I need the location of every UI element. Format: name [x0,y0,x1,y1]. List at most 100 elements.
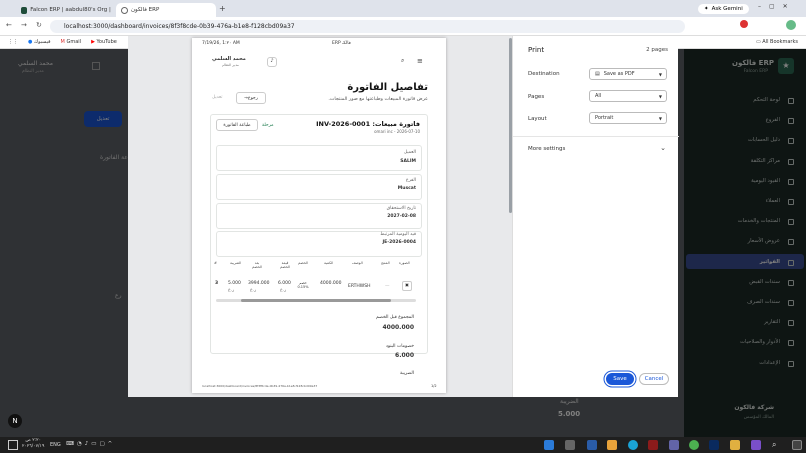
pv-bell-icon: ♪ [267,57,277,67]
outlook-icon[interactable] [587,440,597,450]
pv-field-value: Muscat [397,186,416,191]
pv-subtotal-label: المجموع قبل الخصم [376,315,414,320]
pv-cell-tax: 5.000 [228,281,241,286]
more-settings-toggle[interactable]: More settings [528,146,565,152]
tray-icons[interactable]: ⌨◔♪▭▢^ [66,441,115,447]
chevron-down-icon: ▼ [658,71,662,77]
pv-print-button: طباعة الفاتورة [216,119,258,131]
apps-grid-icon[interactable]: ⋮⋮ [8,39,18,45]
pv-cell-discount-value: 6.000 [278,281,291,286]
start-icon[interactable] [8,440,18,450]
pv-footer-url: localhost:3000/dashboard/invoices/8f3f8c… [202,384,318,388]
pv-menu-icon: ≡ [417,57,423,65]
pv-field-box [216,145,422,171]
bookmark-facebook[interactable]: ● فيسبوك [28,39,51,45]
forward-arrow-icon[interactable]: → [21,21,27,29]
pv-field-label: العميل [403,150,416,155]
settings-gear-icon[interactable] [565,440,575,450]
pv-status: مرحلة [262,123,274,128]
print-title: Print [528,46,545,54]
pv-product-dash: — [385,284,390,289]
pv-invoice-meta: omari inc - 2026-07-10 [374,129,420,134]
next-dev-indicator-icon[interactable]: N [8,414,22,428]
profile-avatar[interactable] [786,20,796,30]
cancel-button[interactable]: Cancel [639,373,669,385]
layout-select[interactable]: Portrait ▼ [589,112,667,124]
taskbar-clock[interactable]: ٢:٢٠ ص ٢٠٢٦/٠٧/١٩ [22,438,44,450]
ask-gemini-button[interactable]: ✦ Ask Gemini [698,4,749,14]
divider [513,136,679,137]
bookmark-gmail[interactable]: M Gmail [61,39,82,45]
pv-table-header: قيمة الخصم [280,261,290,269]
pv-subtotal-value: 4000.000 [382,324,414,331]
pv-cell-currency: ر.ع [228,288,235,293]
destination-select[interactable]: ▤ Save as PDF ▼ [589,68,667,80]
pv-field-box [216,174,422,200]
file-explorer-icon[interactable] [607,440,617,450]
windows-icon[interactable] [792,440,802,450]
pdf-file-icon: ▤ [595,71,600,77]
pv-back-button: رجوع → [236,92,266,104]
chevron-down-icon: ▼ [658,93,662,99]
print-pages-count: 2 pages [646,47,668,53]
illustrator-icon[interactable] [648,440,658,450]
pv-footer-page: 1/2 [431,384,437,388]
pv-tax-label: الضريبة [399,371,414,376]
globe-icon [121,6,128,14]
pv-product-image-icon: ▣ [402,281,412,291]
pv-field-value: 2027-02-08 [387,214,416,219]
gemini-icon: ✦ [704,6,709,12]
reload-icon[interactable]: ↻ [36,21,42,29]
chevron-down-icon[interactable]: ⌄ [660,144,666,152]
pv-table-header: بعد الخصم [252,261,262,269]
edge-icon[interactable] [628,440,638,450]
extension-icon[interactable] [740,20,748,28]
pv-header-time: 7/19/26, 1:۲۰ AM [202,41,240,46]
pv-title: تفاصيل الفاتورة [347,82,428,93]
photoshop-icon[interactable] [709,440,719,450]
pv-line-discounts-label: خصومات البنود [385,344,414,349]
folder-icon[interactable] [730,440,740,450]
pv-table-header: المنتج [381,261,390,265]
save-button[interactable]: Save [606,373,634,385]
pv-user-role: مدير النظام [222,63,239,67]
all-bookmarks[interactable]: ▭ All Bookmarks [756,39,798,45]
pv-cell-currency: ر.ع [250,288,257,293]
pv-cell-discount: خصم %0.15 [297,281,309,289]
new-tab-icon[interactable]: + [219,4,226,13]
pv-table-header: الضريبة [230,261,242,265]
pages-select[interactable]: All ▼ [589,90,667,102]
pv-table-scrollbar [216,299,416,302]
pv-line-discounts-value: 6.000 [395,352,414,359]
destination-label: Destination [528,71,560,77]
pv-table-header: الكمية [324,261,334,265]
browser-tab-2[interactable]: فالكون ERP [116,3,216,17]
teams-icon[interactable] [669,440,679,450]
pages-label: Pages [528,94,545,100]
taskbar [0,437,806,453]
preview-page: 7/19/26, 1:۲۰ AM فالكـ ERP ≡ ⌕ محمد السل… [192,38,446,393]
pv-cell-quantity: 4000.000 [320,281,342,286]
print-settings-panel: Print 2 pages Destination ▤ Save as PDF … [512,36,679,397]
layout-label: Layout [528,116,547,122]
pv-field-value: JE-2026-0004 [382,240,416,245]
facebook-icon: ● [28,39,33,45]
app-icon[interactable] [751,440,761,450]
back-arrow-icon[interactable]: ← [6,21,12,29]
pv-cell-description: ERTHWSH [348,284,371,289]
pv-field-label: الفرع [405,178,416,183]
search-icon[interactable]: ⌕ [772,440,776,450]
chrome-icon[interactable] [689,440,699,450]
browser-tab-1[interactable]: Falcon ERP | aabdul80's Org | S... [16,3,116,17]
pv-table-header: الخصم [298,261,308,265]
vscode-icon[interactable] [544,440,554,450]
pv-table-header: الصورة [399,261,410,265]
gmail-icon: M [60,39,65,45]
bookmark-youtube[interactable]: ▶ YouTube [91,39,117,45]
window-controls[interactable]: –▢✕ [758,3,796,10]
pv-edit-link: تعديل [212,95,223,100]
url-field[interactable]: localhost:3000/dashboard/invoices/8f3f8c… [50,20,685,33]
pv-subtitle: عرض فاتورة المبيعات وطباعتها مع صور المن… [328,97,428,102]
taskbar-language[interactable]: ENG [50,442,61,448]
youtube-icon: ▶ [91,39,95,45]
